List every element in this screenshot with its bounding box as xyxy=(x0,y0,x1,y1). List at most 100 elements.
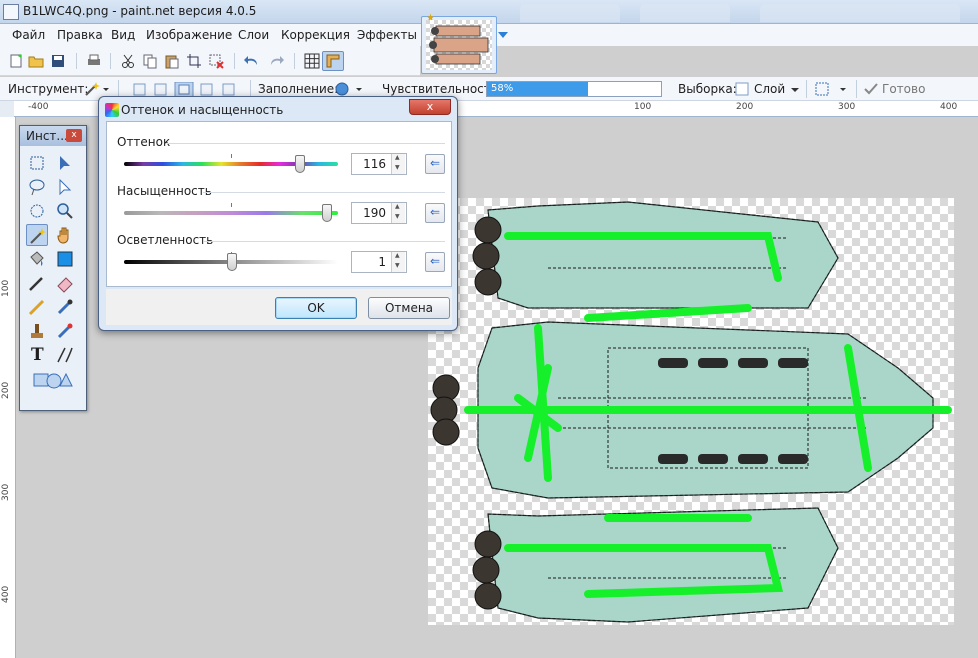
hue-saturation-icon xyxy=(105,103,119,117)
move-selection-tool-icon[interactable] xyxy=(54,176,76,198)
hue-reset-button[interactable]: ⇐ xyxy=(425,154,445,174)
hue-slider-thumb[interactable] xyxy=(294,155,305,173)
menu-image[interactable]: Изображение xyxy=(146,28,232,42)
paste-icon[interactable] xyxy=(164,53,180,69)
pencil-tool-icon[interactable] xyxy=(26,296,48,318)
menu-file[interactable]: Файл xyxy=(12,28,45,42)
chevron-down-icon[interactable] xyxy=(790,87,800,93)
menu-edit[interactable]: Правка xyxy=(57,28,103,42)
redo-icon[interactable] xyxy=(268,53,284,69)
vertical-ruler: 100 200 300 400 xyxy=(0,117,16,658)
selection-mode-label: Выборка: xyxy=(678,82,737,96)
hue-spinner[interactable] xyxy=(391,154,405,174)
ellipse-select-tool-icon[interactable] xyxy=(26,200,48,222)
ruler-tick-label: 100 xyxy=(634,102,652,112)
ruler-tick-label: 400 xyxy=(940,102,958,112)
clone-stamp-tool-icon[interactable] xyxy=(26,320,48,342)
saturation-slider-thumb[interactable] xyxy=(322,204,333,222)
dialog-title: Оттенок и насыщенность xyxy=(121,103,284,117)
ok-button[interactable]: OK xyxy=(275,297,357,319)
print-icon[interactable] xyxy=(86,53,102,69)
paint-bucket-tool-icon[interactable] xyxy=(26,248,48,270)
gradient-tool-icon[interactable] xyxy=(54,248,76,270)
cut-icon[interactable] xyxy=(120,53,136,69)
text-tool-icon[interactable]: T xyxy=(26,344,48,366)
saturation-slider-center-tick xyxy=(231,203,232,207)
dialog-close-button[interactable]: x xyxy=(409,99,451,115)
dialog-footer: OK Отмена xyxy=(106,289,452,325)
saturation-reset-button[interactable]: ⇐ xyxy=(425,203,445,223)
saturation-spinner[interactable] xyxy=(391,203,405,223)
spaceship-thumbnail xyxy=(429,25,489,65)
tools-panel-close-button[interactable]: x xyxy=(66,129,82,142)
lightness-label: Осветленность xyxy=(117,233,214,247)
ruler-tick-label: 200 xyxy=(1,381,11,399)
new-file-icon[interactable] xyxy=(8,53,24,69)
lightness-slider-thumb[interactable] xyxy=(227,253,238,271)
rulers-toggle-button[interactable] xyxy=(322,51,344,71)
menu-adjustments[interactable]: Коррекция xyxy=(281,28,350,42)
pan-tool-icon[interactable] xyxy=(54,224,76,246)
recolor-tool-icon[interactable] xyxy=(54,320,76,342)
flood-mode-dropdown[interactable] xyxy=(334,81,364,97)
copy-icon[interactable] xyxy=(142,53,158,69)
sampling-layer-dropdown[interactable]: Слой xyxy=(754,82,785,96)
lightness-reset-button[interactable]: ⇐ xyxy=(425,252,445,272)
ruler-icon xyxy=(326,54,340,68)
ruler-tick-label: 100 xyxy=(1,279,11,297)
tools-panel: Инст... x T xyxy=(19,125,87,411)
ruler-tick-label: -400 xyxy=(28,102,49,112)
tool-label: Инструмент: xyxy=(8,82,89,96)
eraser-tool-icon[interactable] xyxy=(54,272,76,294)
cancel-button[interactable]: Отмена xyxy=(368,297,450,319)
saturation-slider-track[interactable] xyxy=(124,211,338,215)
zoom-tool-icon[interactable] xyxy=(54,200,76,222)
menu-layers[interactable]: Слои xyxy=(238,28,269,42)
sensitivity-value: 58% xyxy=(491,83,514,94)
ruler-tick-label: 200 xyxy=(736,102,754,112)
paintbrush-tool-icon[interactable] xyxy=(26,272,48,294)
ruler-tick-label: 400 xyxy=(1,585,11,603)
open-folder-icon[interactable] xyxy=(28,53,44,69)
ruler-tick-label: 300 xyxy=(838,102,856,112)
collapse-arrow-icon[interactable] xyxy=(497,30,509,40)
paintnet-app-icon xyxy=(3,4,19,20)
deselect-icon[interactable] xyxy=(208,53,224,69)
layer-icon xyxy=(735,82,749,96)
move-selected-pixels-tool-icon[interactable] xyxy=(54,152,76,174)
shapes-tool-icon[interactable] xyxy=(26,368,78,390)
done-button[interactable]: Готово xyxy=(882,82,925,96)
browser-tab-background xyxy=(520,4,620,22)
main-toolbar xyxy=(0,46,420,76)
antialias-dropdown[interactable] xyxy=(814,81,848,97)
image-thumbnail-tab[interactable]: ★ xyxy=(421,13,497,74)
dialog-content: Оттенок 116 ⇐ Насыщенность 190 ⇐ Осветле… xyxy=(106,121,452,287)
sensitivity-label: Чувствительность: xyxy=(382,82,502,96)
image-canvas[interactable] xyxy=(428,198,954,625)
menu-effects[interactable]: Эффекты xyxy=(357,28,417,42)
fill-label: Заполнение: xyxy=(258,82,339,96)
rectangle-select-tool-icon[interactable] xyxy=(26,152,48,174)
undo-icon[interactable] xyxy=(244,53,260,69)
grid-icon[interactable] xyxy=(304,53,320,69)
lightness-spinner[interactable] xyxy=(391,252,405,272)
line-curve-tool-icon[interactable] xyxy=(54,344,76,366)
ruler-tick-label: 300 xyxy=(1,483,11,501)
sensitivity-slider[interactable]: 58% xyxy=(486,81,662,97)
lasso-select-tool-icon[interactable] xyxy=(26,176,48,198)
spaceship-image xyxy=(430,201,952,623)
hue-label: Оттенок xyxy=(117,135,171,149)
crop-to-selection-icon[interactable] xyxy=(186,53,202,69)
browser-tab-background xyxy=(760,4,960,22)
hue-saturation-dialog: Оттенок и насыщенность x Оттенок 116 ⇐ Н… xyxy=(98,96,458,331)
magic-wand-tool-dropdown[interactable] xyxy=(84,81,110,97)
menu-view[interactable]: Вид xyxy=(111,28,135,42)
hue-slider-track[interactable] xyxy=(124,162,338,166)
thumbnail-image xyxy=(426,20,492,70)
save-icon[interactable] xyxy=(50,53,66,69)
saturation-label: Насыщенность xyxy=(117,184,212,198)
color-picker-tool-icon[interactable] xyxy=(54,296,76,318)
magic-wand-tool-icon[interactable] xyxy=(26,224,48,246)
browser-tab-background xyxy=(640,4,730,22)
checkmark-icon xyxy=(864,83,878,95)
